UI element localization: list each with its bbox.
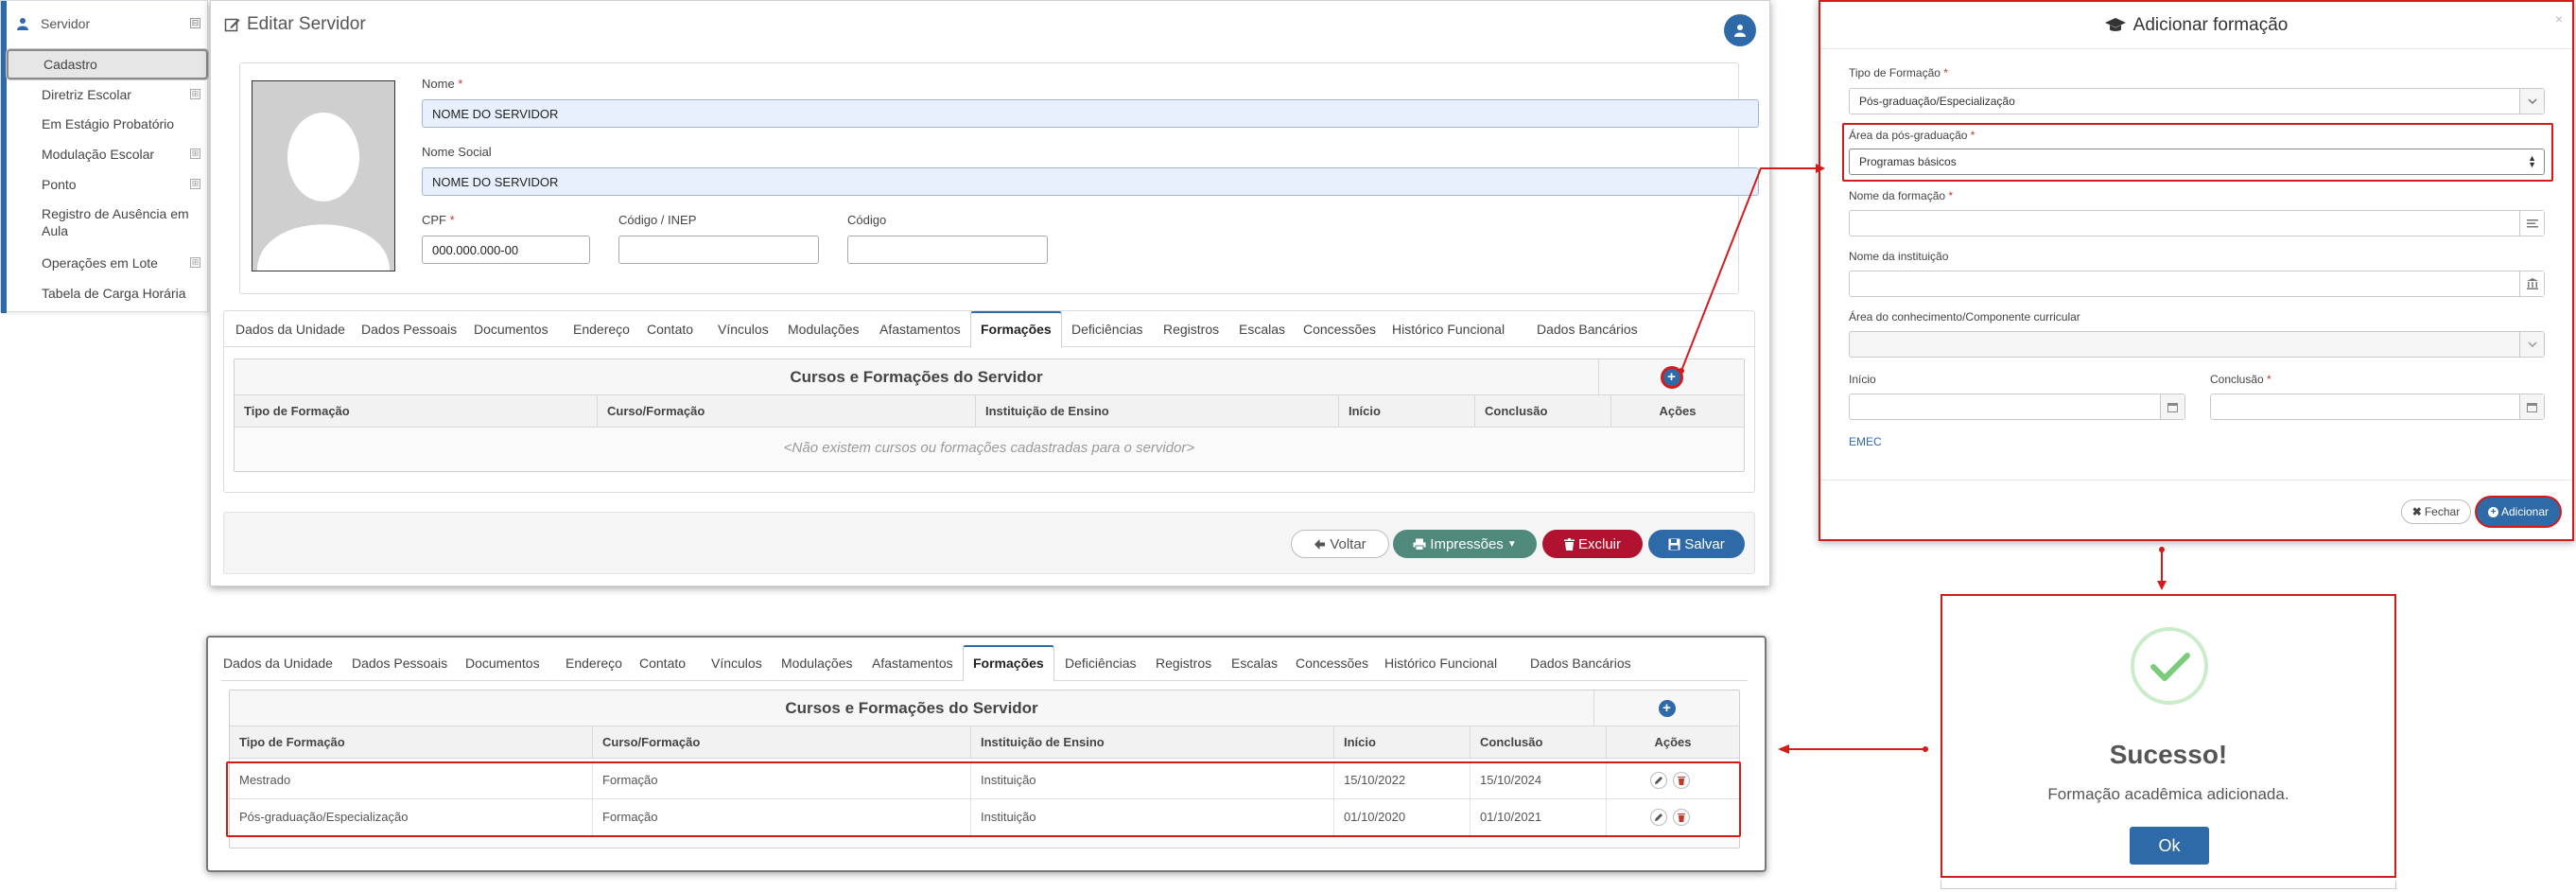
- annotation-arrows: [1679, 164, 2167, 754]
- arrow-origin-dot: [1679, 368, 1684, 374]
- arrow-head-down: [2157, 581, 2167, 590]
- arrow-head-left: [1778, 744, 1789, 754]
- arrow-head-right: [1816, 164, 1825, 173]
- arrow-origin-dot: [1923, 746, 1928, 752]
- arrow-to-modal: [1680, 167, 1816, 372]
- arrow-origin-dot: [2159, 547, 2165, 552]
